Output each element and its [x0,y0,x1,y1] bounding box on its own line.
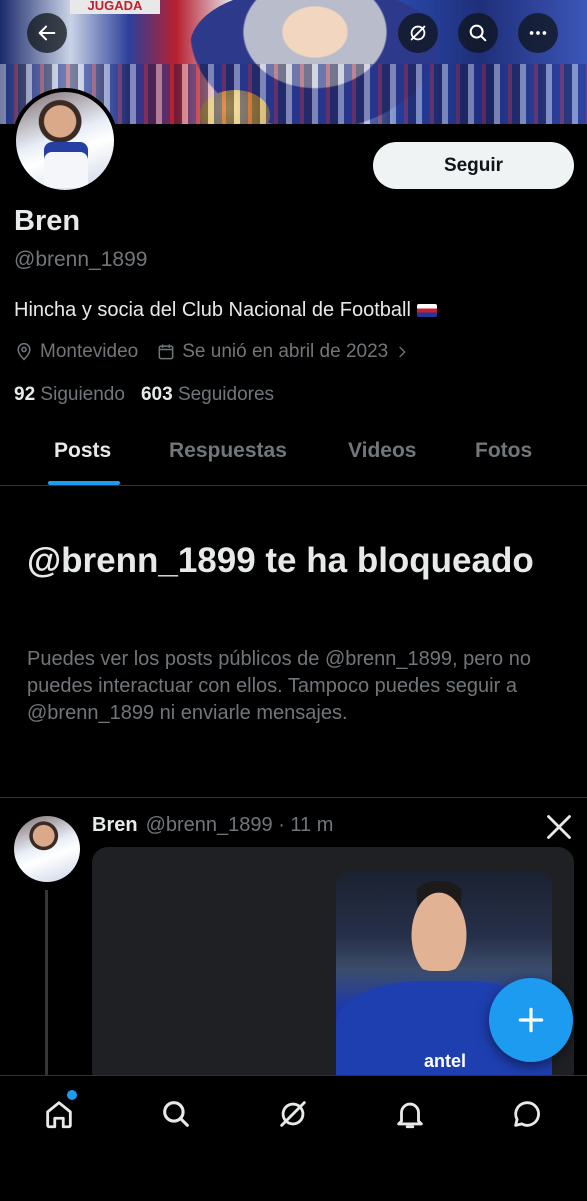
nav-messages[interactable] [507,1094,547,1134]
location-text: Montevideo [40,341,139,362]
followers-count: 603 [140,384,173,405]
profile-name: Bren [14,205,81,237]
home-icon [46,1101,72,1129]
photo-head [404,881,474,971]
nav-notifications[interactable] [390,1094,430,1134]
search-button[interactable] [458,13,498,53]
profile-meta: Montevideo Se unió en abril de 2023 [14,341,428,363]
back-arrow-icon [38,25,56,41]
search-icon [469,24,487,42]
search-icon [163,1101,189,1127]
followers-label: Seguidores [177,384,275,405]
post-avatar[interactable] [14,816,80,882]
joined-item[interactable]: Se unió en abril de 2023 [156,341,410,363]
post-meta: @brenn_1899 · 11 m [145,814,334,836]
following-count: 92 [14,384,36,405]
nav-search[interactable] [156,1094,196,1134]
banner-text: JUGADA [70,0,160,14]
bio-text: Hincha y socia del Club Nacional de Foot… [14,299,411,321]
followers-link[interactable]: 603 Seguidores [141,384,274,406]
profile-avatar[interactable] [12,88,118,194]
post-author-name[interactable]: Bren [92,814,138,837]
active-tab-indicator [48,481,120,485]
profile-tabs: Posts Respuestas Videos Fotos [0,425,587,486]
more-button[interactable] [518,13,558,53]
blocked-description: Puedes ver los posts públicos de @brenn_… [27,648,531,724]
follow-button[interactable]: Seguir [373,142,574,189]
location-icon [17,342,31,361]
grok-icon [410,25,426,41]
home-notification-dot [65,1088,79,1102]
uruguay-flag-icon [416,304,437,317]
joined-text: Se unió en abril de 2023 [182,341,389,362]
profile-handle: @brenn_1899 [14,248,148,271]
following-link[interactable]: 92 Siguiendo [14,384,125,406]
chevron-right-icon [399,346,406,358]
calendar-icon [158,344,174,360]
compose-button[interactable] [489,978,573,1062]
messages-icon [514,1101,540,1127]
photo-sponsor-text: antel [424,1051,467,1071]
thread-line [45,890,48,1080]
post-header: Bren @brenn_1899 · 11 m [92,814,333,837]
location-item: Montevideo [14,341,138,363]
tab-posts[interactable]: Posts [54,439,111,463]
plus-icon [518,1007,544,1033]
divider [0,797,587,798]
nav-grok[interactable] [273,1094,313,1134]
more-icon [529,31,547,35]
tab-respuestas[interactable]: Respuestas [169,439,287,463]
following-label: Siguiendo [40,384,125,405]
blocked-title: @brenn_1899 te ha bloqueado [27,541,534,580]
back-button[interactable] [27,13,67,53]
tab-videos[interactable]: Videos [348,439,416,463]
grok-icon [280,1101,306,1127]
notifications-icon [397,1102,423,1129]
tab-fotos[interactable]: Fotos [475,439,532,463]
follow-stats: 92 Siguiendo 603 Seguidores [14,384,274,406]
x-logo-icon[interactable] [545,813,573,841]
grok-button[interactable] [398,13,438,53]
profile-bio: Hincha y socia del Club Nacional de Foot… [14,299,437,322]
bottom-nav [0,1075,587,1201]
